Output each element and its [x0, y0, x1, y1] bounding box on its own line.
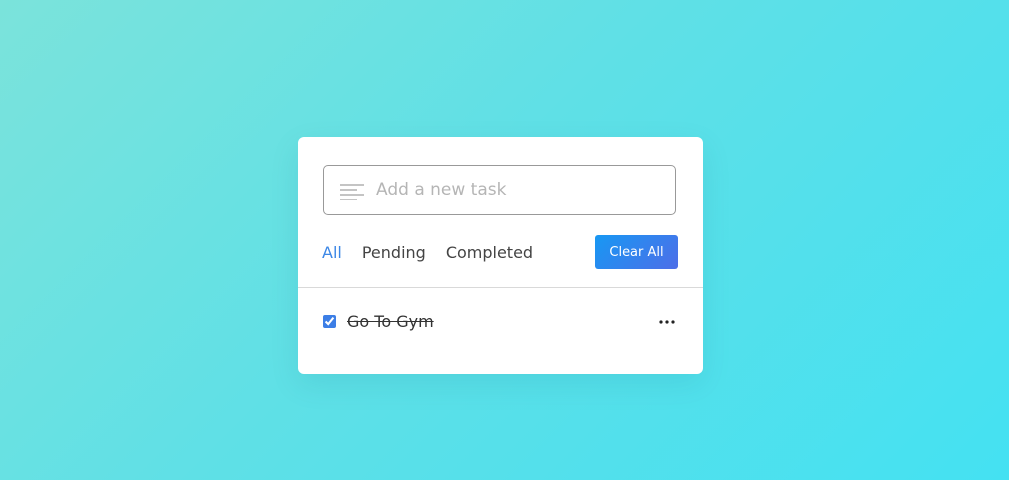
- filter-all[interactable]: All: [322, 241, 342, 265]
- text-lines-icon: [340, 184, 364, 200]
- clear-all-button[interactable]: Clear All: [595, 235, 678, 269]
- task-input[interactable]: [376, 166, 666, 214]
- filter-pending[interactable]: Pending: [362, 241, 426, 265]
- filter-tabs: All Pending Completed: [322, 241, 533, 265]
- task-input-wrapper[interactable]: [323, 165, 676, 215]
- more-horizontal-icon[interactable]: [655, 311, 679, 333]
- task-checkbox[interactable]: [323, 315, 336, 328]
- todo-card: All Pending Completed Clear All Go To Gy…: [298, 137, 703, 374]
- task-name: Go To Gym: [347, 312, 434, 331]
- task-item: Go To Gym: [323, 311, 679, 333]
- filter-completed[interactable]: Completed: [446, 241, 533, 265]
- divider: [298, 287, 703, 288]
